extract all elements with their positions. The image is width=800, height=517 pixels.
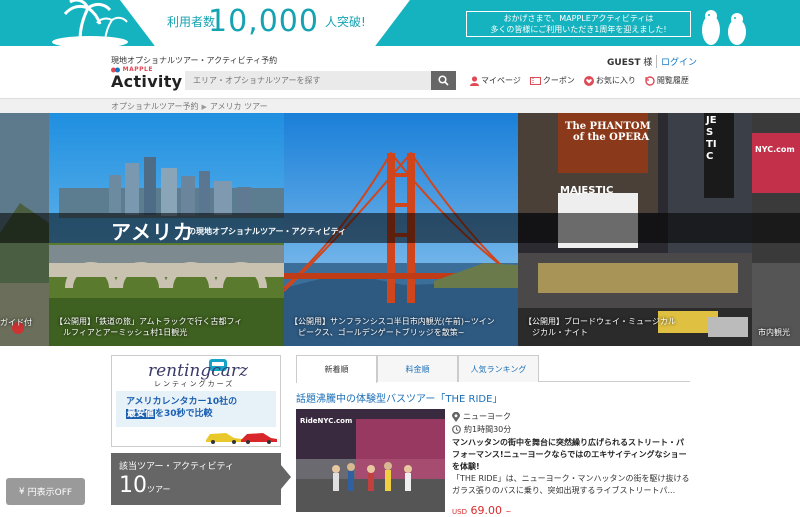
tour-count-value: 10 <box>119 473 147 498</box>
header-nav: マイページ クーポン お気に入り 閲覧履歴 <box>470 75 689 86</box>
hero-slider[interactable]: 【公開用】「鉄道の旅」アムトラックで行く古都フィ ルフィアとアーミッシュ村1日観… <box>0 113 800 346</box>
featured-tour-image[interactable]: RideNYC.com <box>296 409 445 512</box>
nav-history[interactable]: 閲覧履歴 <box>645 75 689 86</box>
hero-sign-phantom: The PHANTOM of the OPERA <box>565 121 651 143</box>
featured-location-text: ニューヨーク <box>463 412 511 421</box>
banner-anniversary-message: おかげさまで、MAPPLEアクティビティは 多くの皆様にご利用いただき1周年を迎… <box>466 11 691 37</box>
count-arrow-icon <box>281 465 291 489</box>
hero-panel1-caption[interactable]: 【公開用】「鉄道の旅」アムトラックで行く古都フィ ルフィアとアーミッシュ村1日観… <box>55 316 281 338</box>
tour-count-label: 該当ツアー・アクティビティ <box>119 462 234 472</box>
featured-location: ニューヨーク <box>452 411 511 422</box>
hero-panel3-caption[interactable]: 【公開用】ブロードウェイ・ミュージカル ジカル・ナイト <box>524 316 750 338</box>
banner-count-suffix: 人突破! <box>325 15 366 29</box>
hero-panel3-caption-line1: 【公開用】ブロードウェイ・ミュージカル <box>524 317 676 326</box>
guest-suffix: 様 <box>643 58 653 68</box>
nav-history-label: 閲覧履歴 <box>656 76 689 85</box>
user-icon <box>470 75 479 86</box>
featured-headline: マンハッタンの街中を舞台に突然繰り広げられるストリート・パフォーマンス!ニューヨ… <box>452 438 687 471</box>
tab-newest[interactable]: 新着順 <box>296 355 377 383</box>
hero-panel1-caption-line1: 【公開用】「鉄道の旅」アムトラックで行く古都フィ <box>55 317 243 326</box>
top-banner[interactable]: 利用者数 10,000 人突破! おかげさまで、MAPPLEアクティビティは 多… <box>0 0 800 46</box>
logo-activity[interactable]: Activity <box>111 72 182 91</box>
search-input[interactable] <box>185 71 431 90</box>
featured-description: 「THE RIDE」は、ニューヨーク・マンハッタンの街を駆け抜けるガラス張りのバ… <box>452 474 690 495</box>
left-sidebar: rentingcarz レンティングカーズ アメリカレンタカー10社の 最安値を… <box>111 355 291 505</box>
yen-display-toggle[interactable]: ¥ 円表示OFF <box>6 478 85 505</box>
hero-sign-nyc: NYC.com <box>755 145 795 154</box>
ad-line2-rest: を30秒で比較 <box>155 409 213 419</box>
price-currency: USD <box>452 508 467 516</box>
sort-tabs: 新着順 料金順 人気ランキング <box>296 355 690 383</box>
breadcrumb-arrow-icon: ▶ <box>201 102 207 111</box>
ad-logo: rentingcarz <box>148 361 248 381</box>
tour-count-box: 該当ツアー・アクティビティ 10 ツアー <box>111 453 291 505</box>
featured-price: USD 69.00 ~ <box>452 504 511 517</box>
hero-sign-vertical: JESTIC <box>706 115 717 162</box>
hero-panel2-caption-line2: ピークス、ゴールデンゲートブリッジを散策~ <box>298 328 465 337</box>
car-icon <box>206 433 242 444</box>
coupon-icon <box>529 76 541 85</box>
guest-greeting: GUEST 様 <box>607 55 652 68</box>
breadcrumb-item-america: アメリカ ツアー <box>209 102 268 111</box>
tour-list: 新着順 料金順 人気ランキング 話題沸騰中の体験型バスツアー「THE RIDE」… <box>296 355 690 517</box>
yen-toggle-label: 円表示OFF <box>27 488 73 498</box>
site-tagline: 現地オプショナルツアー・アクティビティ予約 <box>111 56 278 65</box>
guest-name: GUEST <box>607 58 641 68</box>
tab-price[interactable]: 料金順 <box>377 355 458 382</box>
penguins-icon <box>702 10 746 45</box>
hero-edge-right-caption[interactable]: 市内観光 <box>758 327 790 338</box>
hero-title: アメリカ <box>111 220 194 244</box>
clock-icon <box>452 425 461 434</box>
featured-tour-title[interactable]: 話題沸騰中の体験型バスツアー「THE RIDE」 <box>296 390 690 405</box>
nav-mypage-label: マイページ <box>481 76 521 85</box>
sign-phantom-line2: of the OPERA <box>573 132 650 143</box>
site-header: 現地オプショナルツアー・アクティビティ予約 MAPPLE Activity GU… <box>0 46 800 98</box>
history-icon <box>645 75 655 86</box>
nav-mypage[interactable]: マイページ <box>470 75 521 86</box>
nav-favorites-label: お気に入り <box>595 76 636 85</box>
hero-edge-left-caption[interactable]: ガイド付 <box>0 317 32 328</box>
search-button[interactable] <box>431 71 456 90</box>
price-value: 69.00 <box>470 504 502 517</box>
sign-phantom-line1: The PHANTOM <box>565 121 651 132</box>
breadcrumb: オプショナルツアー予約 ▶ アメリカ ツアー <box>111 101 268 112</box>
banner-message-line1: おかげさまで、MAPPLEアクティビティは <box>503 14 654 23</box>
hero-panel2-caption-line1: 【公開用】サンフランシスコ半日市内観光(午前)~ツイン <box>290 317 495 326</box>
nav-coupon-label: クーポン <box>542 76 575 85</box>
login-link[interactable]: ログイン <box>656 55 697 68</box>
nav-coupon[interactable]: クーポン <box>529 75 575 86</box>
location-pin-icon <box>452 411 460 422</box>
heart-icon <box>583 75 594 86</box>
breadcrumb-bar: オプショナルツアー予約 ▶ アメリカ ツアー <box>0 98 800 113</box>
rentingcarz-ad[interactable]: rentingcarz レンティングカーズ アメリカレンタカー10社の 最安値を… <box>111 355 281 447</box>
ad-line2: 最安値を30秒で比較 <box>126 406 213 419</box>
ad-cheapest: 最安値 <box>126 409 156 419</box>
nav-favorites[interactable]: お気に入り <box>583 75 636 86</box>
price-suffix: ~ <box>505 508 512 516</box>
hero-panel2-caption[interactable]: 【公開用】サンフランシスコ半日市内観光(午前)~ツイン ピークス、ゴールデンゲー… <box>290 316 516 338</box>
car-icon <box>241 433 277 444</box>
banner-message-line2: 多くの皆様にご利用いただき1周年を迎えました! <box>490 25 667 34</box>
featured-duration-text: 約1時間30分 <box>464 425 512 434</box>
hero-panel1-caption-line2: ルフィアとアーミッシュ村1日観光 <box>63 328 188 337</box>
featured-tour-card[interactable]: RideNYC.com ニューヨーク 約1時間30分 マンハッタンの街中を舞台に… <box>296 409 690 517</box>
featured-duration: 約1時間30分 <box>452 424 511 435</box>
the-ride-sign: RideNYC.com <box>300 417 353 425</box>
ad-kana: レンティングカーズ <box>154 380 235 388</box>
breadcrumb-item-tours[interactable]: オプショナルツアー予約 <box>111 101 199 112</box>
hero-sign-majestic: MAJESTIC <box>560 185 614 196</box>
hero-panel3-caption-line2: ジカル・ナイト <box>532 328 588 337</box>
yen-icon: ¥ <box>18 486 25 497</box>
hero-subtitle: の現地オプショナルツアー・アクティビティ <box>188 227 347 236</box>
banner-count-value: 10,000 <box>208 4 319 39</box>
tab-ranking[interactable]: 人気ランキング <box>458 355 539 382</box>
search-icon <box>438 75 449 86</box>
tour-count-unit: ツアー <box>147 485 171 494</box>
